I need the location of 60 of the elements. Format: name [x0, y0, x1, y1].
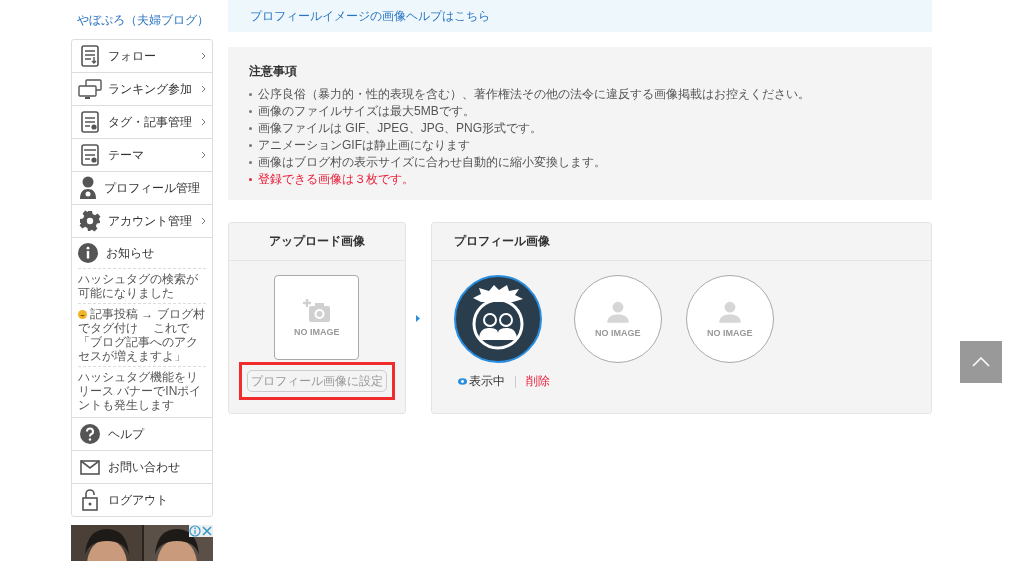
notes-title: 注意事項 [249, 63, 298, 80]
arrow-icon [416, 314, 421, 322]
document-icon [80, 111, 100, 133]
smiley-icon [78, 310, 87, 319]
person-icon [605, 300, 630, 324]
bullet [249, 93, 252, 96]
lock-icon [82, 489, 98, 511]
bullet [249, 127, 252, 130]
chevron-up-icon [972, 357, 990, 367]
blog-name-link[interactable]: やぼぷろ（夫婦ブログ） [77, 12, 213, 29]
menu-item[interactable]: テーマ [72, 139, 212, 172]
notices-title: お知らせ [106, 244, 154, 262]
note-text: アニメーションGIFは静止画になります [258, 137, 470, 154]
menu-item[interactable]: プロフィール管理 [72, 172, 212, 205]
menu-item[interactable]: お問い合わせ [72, 451, 212, 484]
menu-item[interactable]: アカウント管理 [72, 205, 212, 238]
close-icon[interactable] [201, 525, 213, 537]
note-text: 画像のファイルサイズは最大5MBです。 [258, 103, 475, 120]
delete-link[interactable]: 削除 [525, 373, 550, 390]
help-link[interactable]: プロフィールイメージの画像ヘルプはこちら [250, 7, 490, 25]
help-icon [80, 424, 100, 444]
info-icon [78, 243, 98, 263]
eye-icon [457, 378, 467, 385]
no-image-label: NO IMAGE [294, 326, 340, 337]
note-text: 公序良俗（暴力的・性的表現を含む）、著作権法その他の法令に違反する画像掲載はお控えください。 [258, 86, 810, 103]
menu-item[interactable]: ランキング参加 [72, 73, 212, 106]
no-image-label: NO IMAGE [594, 328, 641, 338]
notice-item[interactable]: 記事投稿 → ブログ村でタグ付け これで「ブログ記事へのアクセスが増えますよ」 [78, 303, 206, 366]
mail-icon [80, 459, 100, 475]
menu-item[interactable]: ヘルプ [72, 418, 212, 451]
menu-item[interactable]: フォロー [72, 40, 212, 73]
chevron-icon [201, 52, 206, 60]
person-icon [78, 176, 98, 200]
note-text: 登録できる画像は３枚です。 [258, 171, 414, 188]
no-image-label: NO IMAGE [706, 328, 753, 338]
chevron-icon [201, 151, 206, 159]
menu-item[interactable]: ログアウト [72, 484, 212, 516]
settings-icon [79, 210, 101, 232]
panel-title: プロフィール画像 [453, 233, 550, 250]
document-icon [80, 45, 100, 67]
note-text: 画像ファイルは GIF、JPEG、JPG、PNG形式です。 [258, 120, 542, 137]
notice-item[interactable]: ハッシュタグ機能をリリース バナーでINポイントも発生します [78, 366, 206, 415]
menu-item[interactable]: タグ・記事管理 [72, 106, 212, 139]
chevron-icon [201, 85, 206, 93]
bullet [249, 161, 252, 164]
bullet [249, 110, 252, 113]
banner-icon [78, 79, 102, 99]
chevron-icon [201, 217, 206, 225]
bullet [249, 144, 252, 147]
panel-title: アップロード画像 [268, 233, 365, 250]
person-icon [717, 300, 742, 324]
scroll-to-top-button[interactable] [960, 341, 1002, 383]
info-icon[interactable] [189, 525, 201, 537]
note-text: 画像はブログ村の表示サイズに合わせ自動的に縮小変換します。 [258, 154, 606, 171]
bullet [249, 178, 252, 181]
chevron-icon [201, 118, 206, 126]
camera-icon [302, 298, 331, 323]
status-label: 表示中 [468, 373, 505, 390]
document-icon [80, 144, 100, 166]
notice-item[interactable]: ハッシュタグの検索が可能になりました [78, 268, 206, 303]
